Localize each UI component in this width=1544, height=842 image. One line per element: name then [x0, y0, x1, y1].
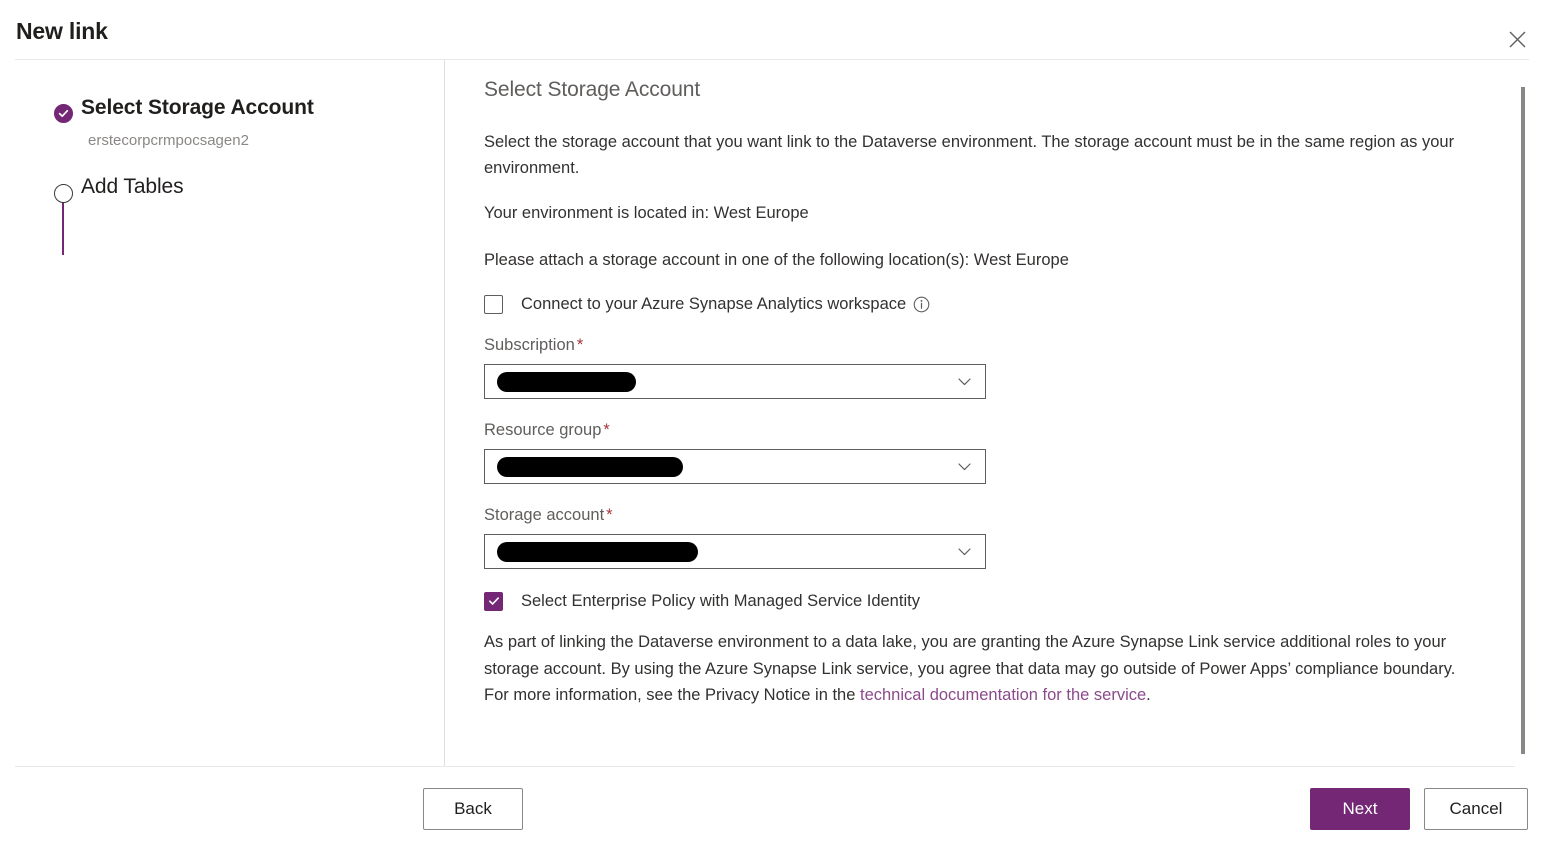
cancel-button[interactable]: Cancel [1424, 788, 1528, 830]
enterprise-policy-checkbox[interactable] [484, 591, 503, 611]
resource-group-value [485, 456, 949, 477]
main-content: Select Storage Account Select the storag… [445, 60, 1529, 767]
field-label: Storage account * [484, 506, 1475, 525]
resource-group-dropdown[interactable] [484, 449, 986, 484]
dialog-header: New link [0, 0, 1544, 60]
close-icon[interactable] [1498, 20, 1536, 58]
legal-notice: As part of linking the Dataverse environ… [484, 629, 1475, 709]
redacted-value [497, 456, 683, 477]
next-button[interactable]: Next [1310, 788, 1410, 830]
field-label: Resource group * [484, 421, 1475, 440]
required-asterisk: * [606, 506, 613, 524]
scrollbar-thumb[interactable] [1521, 87, 1525, 754]
field-resource-group: Resource group * [484, 421, 1475, 484]
attach-locations-text: Please attach a storage account in one o… [484, 251, 1069, 269]
field-storage-account: Storage account * [484, 506, 1475, 569]
step-label: Select Storage Account [81, 96, 314, 119]
new-link-dialog: New link Select Storage Account erstecor… [0, 0, 1544, 842]
page-title: New link [16, 18, 108, 44]
chevron-down-icon[interactable] [949, 547, 979, 556]
subscription-dropdown[interactable] [484, 364, 986, 399]
section-heading: Select Storage Account [484, 78, 701, 101]
back-button[interactable]: Back [423, 788, 523, 830]
redacted-value [497, 541, 698, 562]
legal-text-after: . [1146, 686, 1151, 704]
technical-documentation-link[interactable]: technical documentation for the service [860, 686, 1146, 704]
step-label: Add Tables [81, 175, 184, 198]
synapse-workspace-checkbox[interactable] [484, 294, 503, 314]
subscription-value [485, 371, 949, 392]
enterprise-policy-label: Select Enterprise Policy with Managed Se… [521, 592, 920, 610]
content-scrollbar[interactable] [1517, 60, 1529, 767]
step-navigation: Select Storage Account erstecorpcrmpocsa… [0, 60, 444, 767]
storage-account-value [485, 541, 949, 562]
field-label-text: Subscription [484, 336, 575, 354]
field-label-text: Storage account [484, 506, 605, 524]
enterprise-policy-checkbox-row[interactable]: Select Enterprise Policy with Managed Se… [484, 591, 1475, 611]
environment-location-text: Your environment is located in: West Eur… [484, 204, 809, 222]
step-pending-circle-icon [54, 184, 73, 203]
step-sublabel: erstecorpcrmpocsagen2 [88, 132, 249, 149]
field-label-text: Resource group [484, 421, 602, 439]
info-icon[interactable] [913, 296, 930, 313]
field-subscription: Subscription * [484, 336, 1475, 399]
chevron-down-icon[interactable] [949, 462, 979, 471]
step-complete-check-icon [54, 104, 73, 123]
field-label: Subscription * [484, 336, 1475, 355]
required-asterisk: * [576, 336, 584, 354]
synapse-workspace-checkbox-row[interactable]: Connect to your Azure Synapse Analytics … [484, 294, 1475, 314]
synapse-workspace-label: Connect to your Azure Synapse Analytics … [521, 295, 907, 313]
intro-text: Select the storage account that you want… [484, 133, 1455, 177]
chevron-down-icon[interactable] [949, 377, 979, 386]
redacted-value [497, 371, 636, 392]
dialog-footer: Back Next Cancel [0, 767, 1544, 842]
required-asterisk: * [603, 421, 610, 439]
storage-account-dropdown[interactable] [484, 534, 986, 569]
